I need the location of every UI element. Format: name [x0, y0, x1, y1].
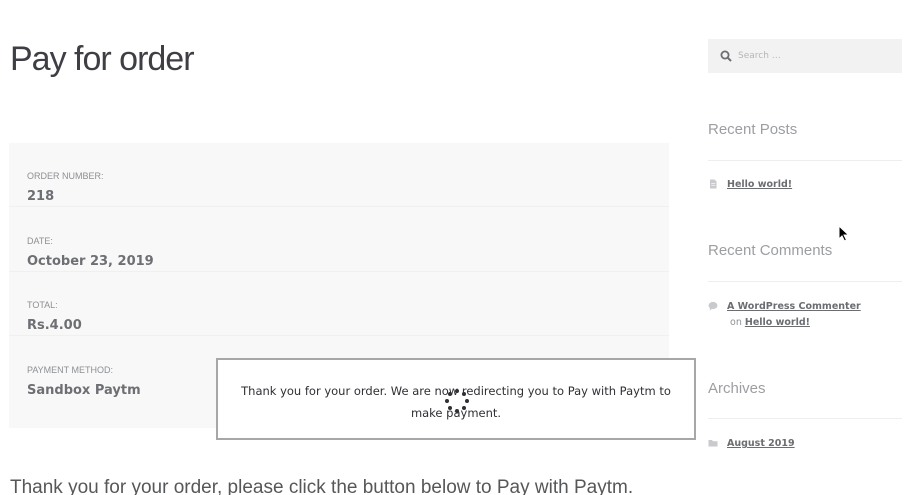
order-number-value: 218 [27, 189, 55, 204]
folder-icon [708, 440, 718, 447]
order-date-label: DATE: [27, 236, 53, 246]
mouse-cursor-icon [838, 225, 850, 242]
search-input[interactable] [708, 39, 902, 73]
divider [708, 281, 902, 282]
recent-comments-title: Recent Comments [708, 242, 833, 259]
order-date-value: October 23, 2019 [27, 254, 154, 269]
comment-connector: on [727, 317, 745, 328]
payment-method-label: PAYMENT METHOD: [27, 365, 114, 375]
thankyou-message: Thank you for your order, please click t… [10, 477, 634, 495]
comment-post-link[interactable]: Hello world! [745, 317, 810, 328]
search-icon [720, 50, 732, 62]
order-number-label: ORDER NUMBER: [27, 171, 104, 181]
recent-post-link[interactable]: Hello world! [727, 179, 792, 190]
order-total-row: TOTAL: Rs.4.00 [9, 272, 669, 336]
comment-author-link[interactable]: A WordPress Commenter [727, 301, 861, 312]
redirect-modal: Thank you for your order. We are now red… [216, 358, 696, 440]
archive-link[interactable]: August 2019 [727, 438, 795, 449]
recent-posts-title: Recent Posts [708, 121, 798, 138]
recent-post-item: Hello world! [708, 177, 904, 193]
order-number-row: ORDER NUMBER: 218 [9, 143, 669, 207]
order-total-label: TOTAL: [27, 300, 58, 310]
page-title: Pay for order [10, 40, 195, 78]
comment-icon [708, 301, 718, 311]
recent-comment-text: A WordPress Commenter on Hello world! [727, 299, 904, 331]
archive-item: August 2019 [708, 436, 904, 452]
order-total-value: Rs.4.00 [27, 318, 82, 333]
payment-method-value: Sandbox Paytm [27, 383, 141, 398]
divider [708, 418, 902, 419]
order-date-row: DATE: October 23, 2019 [9, 208, 669, 272]
document-icon [710, 179, 717, 189]
loading-spinner-icon [445, 389, 469, 413]
page: Pay for order ORDER NUMBER: 218 DATE: Oc… [0, 0, 909, 495]
recent-comment-item: A WordPress Commenter on Hello world! [708, 299, 904, 331]
divider [708, 160, 902, 161]
archives-title: Archives [708, 380, 766, 397]
